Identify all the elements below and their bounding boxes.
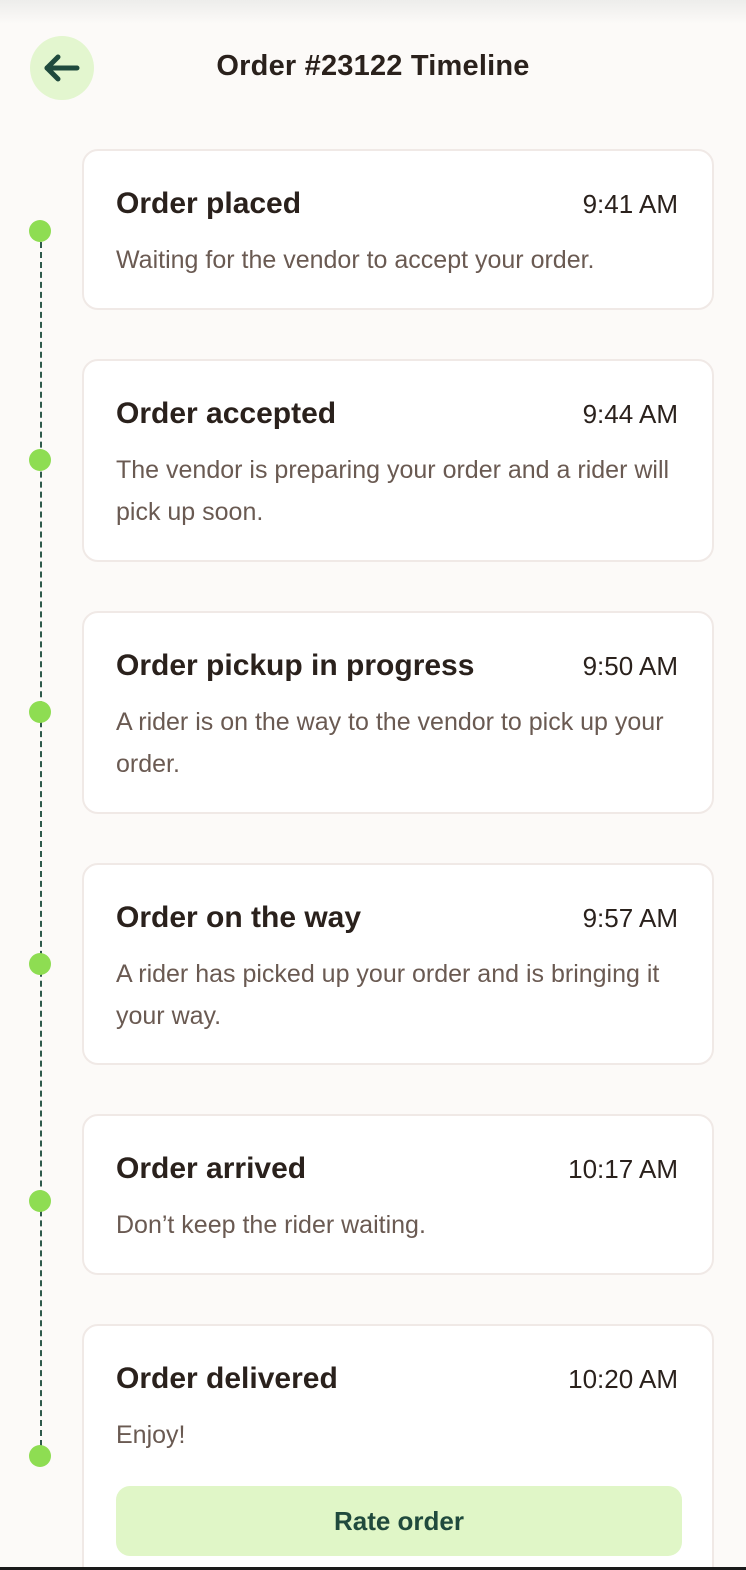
timeline-dot bbox=[29, 953, 51, 975]
step-time: 10:17 AM bbox=[568, 1154, 678, 1184]
step-time: 9:44 AM bbox=[582, 399, 678, 429]
step-time: 9:50 AM bbox=[582, 651, 678, 681]
step-description: Don’t keep the rider waiting. bbox=[116, 1211, 426, 1239]
step-time: 9:41 AM bbox=[582, 189, 678, 219]
timeline-card-pickup-in-progress: Order pickup in progress 9:50 AM A rider… bbox=[82, 611, 714, 814]
step-description: The vendor is preparing your order and a… bbox=[116, 456, 670, 526]
timeline-card-on-the-way: Order on the way 9:57 AM A rider has pic… bbox=[82, 863, 714, 1065]
timeline-card-order-placed: Order placed 9:41 AM Waiting for the ven… bbox=[82, 149, 714, 310]
timeline-dot bbox=[29, 449, 51, 471]
timeline-card-arrived: Order arrived 10:17 AM Don’t keep the ri… bbox=[82, 1114, 714, 1275]
header: Order #23122 Timeline bbox=[0, 36, 746, 102]
timeline-card-delivered: Order delivered 10:20 AM Enjoy! Rate ord… bbox=[82, 1324, 714, 1570]
step-title: Order pickup in progress bbox=[116, 649, 475, 682]
timeline-dot bbox=[29, 220, 51, 242]
step-title: Order placed bbox=[116, 187, 302, 220]
order-timeline-screen: Order #23122 Timeline Order placed 9:41 … bbox=[0, 0, 746, 1570]
timeline-card-order-accepted: Order accepted 9:44 AM The vendor is pre… bbox=[82, 359, 714, 562]
step-title: Order arrived bbox=[116, 1152, 307, 1185]
step-description: A rider is on the way to the vendor to p… bbox=[116, 708, 664, 778]
timeline-connector bbox=[40, 232, 42, 1456]
step-title: Order on the way bbox=[116, 901, 362, 934]
step-description: Waiting for the vendor to accept your or… bbox=[116, 246, 595, 274]
timeline-dot bbox=[29, 1190, 51, 1212]
timeline-dot bbox=[29, 1445, 51, 1467]
timeline-dot bbox=[29, 701, 51, 723]
step-title: Order delivered bbox=[116, 1362, 338, 1395]
step-time: 9:57 AM bbox=[582, 903, 678, 933]
step-description: A rider has picked up your order and is … bbox=[116, 960, 660, 1030]
page-title: Order #23122 Timeline bbox=[216, 50, 530, 82]
status-bar-shade bbox=[0, 0, 746, 24]
step-title: Order accepted bbox=[116, 397, 337, 430]
step-description: Enjoy! bbox=[116, 1421, 186, 1449]
step-time: 10:20 AM bbox=[568, 1364, 678, 1394]
rate-order-button[interactable]: Rate order bbox=[116, 1486, 682, 1556]
